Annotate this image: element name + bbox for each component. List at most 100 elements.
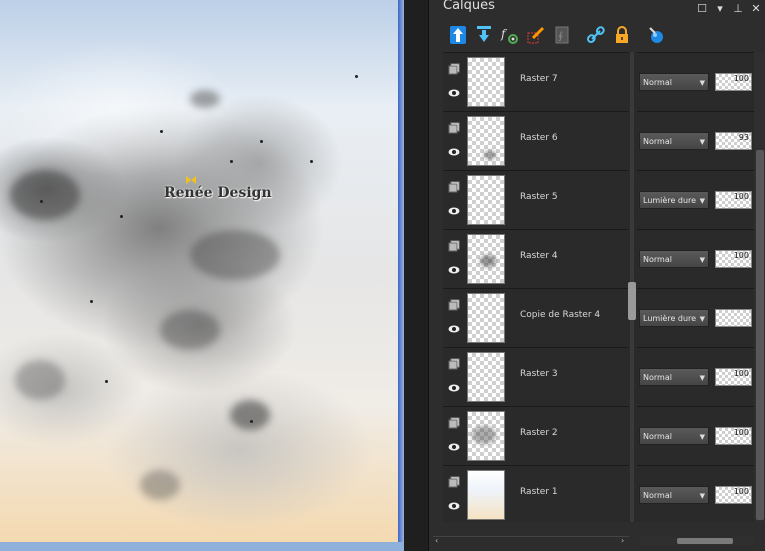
layer-style-icon[interactable]: [643, 24, 669, 46]
move-layer-down-icon[interactable]: [471, 24, 497, 46]
layer-row[interactable]: Copie de Raster 4: [443, 288, 629, 347]
chevron-down-icon: ▼: [699, 197, 705, 205]
layer-type-icon[interactable]: [447, 357, 461, 371]
layer-type-icon[interactable]: [447, 298, 461, 312]
layer-properties-row: Lumière dure ▼: [637, 288, 754, 347]
blend-mode-select[interactable]: Normal ▼: [639, 73, 709, 91]
svg-text:f: f: [500, 27, 508, 41]
opacity-field[interactable]: 100: [715, 486, 752, 504]
blend-mode-select[interactable]: Lumière dure ▼: [639, 191, 709, 209]
layer-thumbnail[interactable]: [467, 293, 505, 343]
opacity-field[interactable]: 100: [715, 191, 752, 209]
opacity-field[interactable]: 100: [715, 250, 752, 268]
opacity-field[interactable]: 100: [715, 368, 752, 386]
blend-mode-select[interactable]: Lumière dure ▼: [639, 309, 709, 327]
layer-row[interactable]: Raster 2: [443, 406, 629, 465]
layer-thumbnail[interactable]: [467, 470, 505, 520]
canvas-frame: Renée Design: [0, 0, 404, 551]
layer-list-horizontal-scrollbar[interactable]: ‹ ›: [433, 536, 629, 547]
lock-icon[interactable]: [609, 24, 635, 46]
layer-properties-row: Normal ▼ 100: [637, 347, 754, 406]
chevron-down-icon: ▼: [699, 256, 705, 264]
pin-icon[interactable]: ⊥: [732, 2, 744, 15]
layer-name[interactable]: Raster 7: [520, 74, 558, 84]
panel-title-controls: ☐ ▾ ⊥ ✕: [696, 2, 762, 15]
chevron-down-icon: ▼: [699, 79, 705, 87]
visibility-eye-icon[interactable]: [447, 499, 461, 513]
watermark-text: Renée Design: [164, 185, 272, 201]
visibility-eye-icon[interactable]: [447, 86, 461, 100]
mask-icon[interactable]: ∮: [549, 24, 575, 46]
horizontal-scrollbar-thumb[interactable]: [677, 538, 733, 544]
vertical-scrollbar-thumb[interactable]: [756, 150, 764, 520]
layer-name[interactable]: Raster 1: [520, 487, 558, 497]
layer-properties-row: Normal ▼ 93: [637, 111, 754, 170]
layer-thumbnail[interactable]: [467, 411, 505, 461]
layer-list: Raster 7 Raster 6 Raster 5 Raster 4 Copi…: [443, 52, 639, 522]
layer-type-icon[interactable]: [447, 62, 461, 76]
visibility-eye-icon[interactable]: [447, 145, 461, 159]
layer-thumbnail[interactable]: [467, 352, 505, 402]
visibility-eye-icon[interactable]: [447, 440, 461, 454]
layer-type-icon[interactable]: [447, 416, 461, 430]
dropdown-icon[interactable]: ▾: [714, 2, 726, 15]
panel-title: Calques: [443, 0, 495, 13]
layer-row[interactable]: Raster 4: [443, 229, 629, 288]
layer-row[interactable]: Raster 1: [443, 465, 629, 524]
chevron-down-icon: ▼: [699, 433, 705, 441]
layer-thumbnail[interactable]: [467, 175, 505, 225]
layer-name[interactable]: Raster 6: [520, 133, 558, 143]
move-layer-up-icon[interactable]: [445, 24, 471, 46]
layer-name[interactable]: Raster 5: [520, 192, 558, 202]
splitter-handle[interactable]: [628, 282, 636, 320]
watermark-bow-icon: [186, 176, 196, 184]
layers-toolbar: f ∮: [445, 24, 669, 48]
layer-effects-icon[interactable]: f: [497, 24, 523, 46]
blend-mode-select[interactable]: Normal ▼: [639, 250, 709, 268]
opacity-field[interactable]: 100: [715, 427, 752, 445]
canvas-bottom-border: [0, 542, 404, 551]
layer-properties-row: Normal ▼ 100: [637, 52, 754, 111]
visibility-eye-icon[interactable]: [447, 322, 461, 336]
layer-name[interactable]: Raster 4: [520, 251, 558, 261]
edit-selection-icon[interactable]: [523, 24, 549, 46]
layer-type-icon[interactable]: [447, 121, 461, 135]
layer-row[interactable]: Raster 3: [443, 347, 629, 406]
blend-mode-select[interactable]: Normal ▼: [639, 427, 709, 445]
opacity-field[interactable]: [715, 309, 752, 327]
opacity-field[interactable]: 93: [715, 132, 752, 150]
layer-name[interactable]: Raster 3: [520, 369, 558, 379]
close-icon[interactable]: ✕: [750, 2, 762, 15]
visibility-eye-icon[interactable]: [447, 381, 461, 395]
layer-properties-column: Normal ▼ 100 Normal ▼ 93 Lumière dure ▼ 100…: [637, 52, 754, 522]
layer-thumbnail[interactable]: [467, 57, 505, 107]
image-canvas[interactable]: Renée Design: [0, 0, 398, 542]
layer-properties-row: Normal ▼ 100: [637, 406, 754, 465]
layer-type-icon[interactable]: [447, 239, 461, 253]
layer-thumbnail[interactable]: [467, 234, 505, 284]
layer-properties-row: Normal ▼ 100: [637, 465, 754, 524]
layer-name[interactable]: Raster 2: [520, 428, 558, 438]
visibility-eye-icon[interactable]: [447, 204, 461, 218]
layer-thumbnail[interactable]: [467, 116, 505, 166]
chevron-down-icon: ▼: [699, 138, 705, 146]
layer-name[interactable]: Copie de Raster 4: [520, 310, 600, 320]
chevron-down-icon: ▼: [699, 315, 705, 323]
layer-row[interactable]: Raster 5: [443, 170, 629, 229]
blend-mode-select[interactable]: Normal ▼: [639, 368, 709, 386]
chevron-down-icon: ▼: [699, 492, 705, 500]
blend-mode-select[interactable]: Normal ▼: [639, 486, 709, 504]
svg-text:∮: ∮: [558, 31, 563, 42]
layer-row[interactable]: Raster 6: [443, 111, 629, 170]
layer-row[interactable]: Raster 7: [443, 52, 629, 111]
link-icon[interactable]: [583, 24, 609, 46]
restore-icon[interactable]: ☐: [696, 2, 708, 15]
chevron-down-icon: ▼: [699, 374, 705, 382]
blend-mode-select[interactable]: Normal ▼: [639, 132, 709, 150]
layer-type-icon[interactable]: [447, 475, 461, 489]
panel-gap: [404, 0, 428, 551]
layer-type-icon[interactable]: [447, 180, 461, 194]
visibility-eye-icon[interactable]: [447, 263, 461, 277]
layer-properties-row: Lumière dure ▼ 100: [637, 170, 754, 229]
opacity-field[interactable]: 100: [715, 73, 752, 91]
